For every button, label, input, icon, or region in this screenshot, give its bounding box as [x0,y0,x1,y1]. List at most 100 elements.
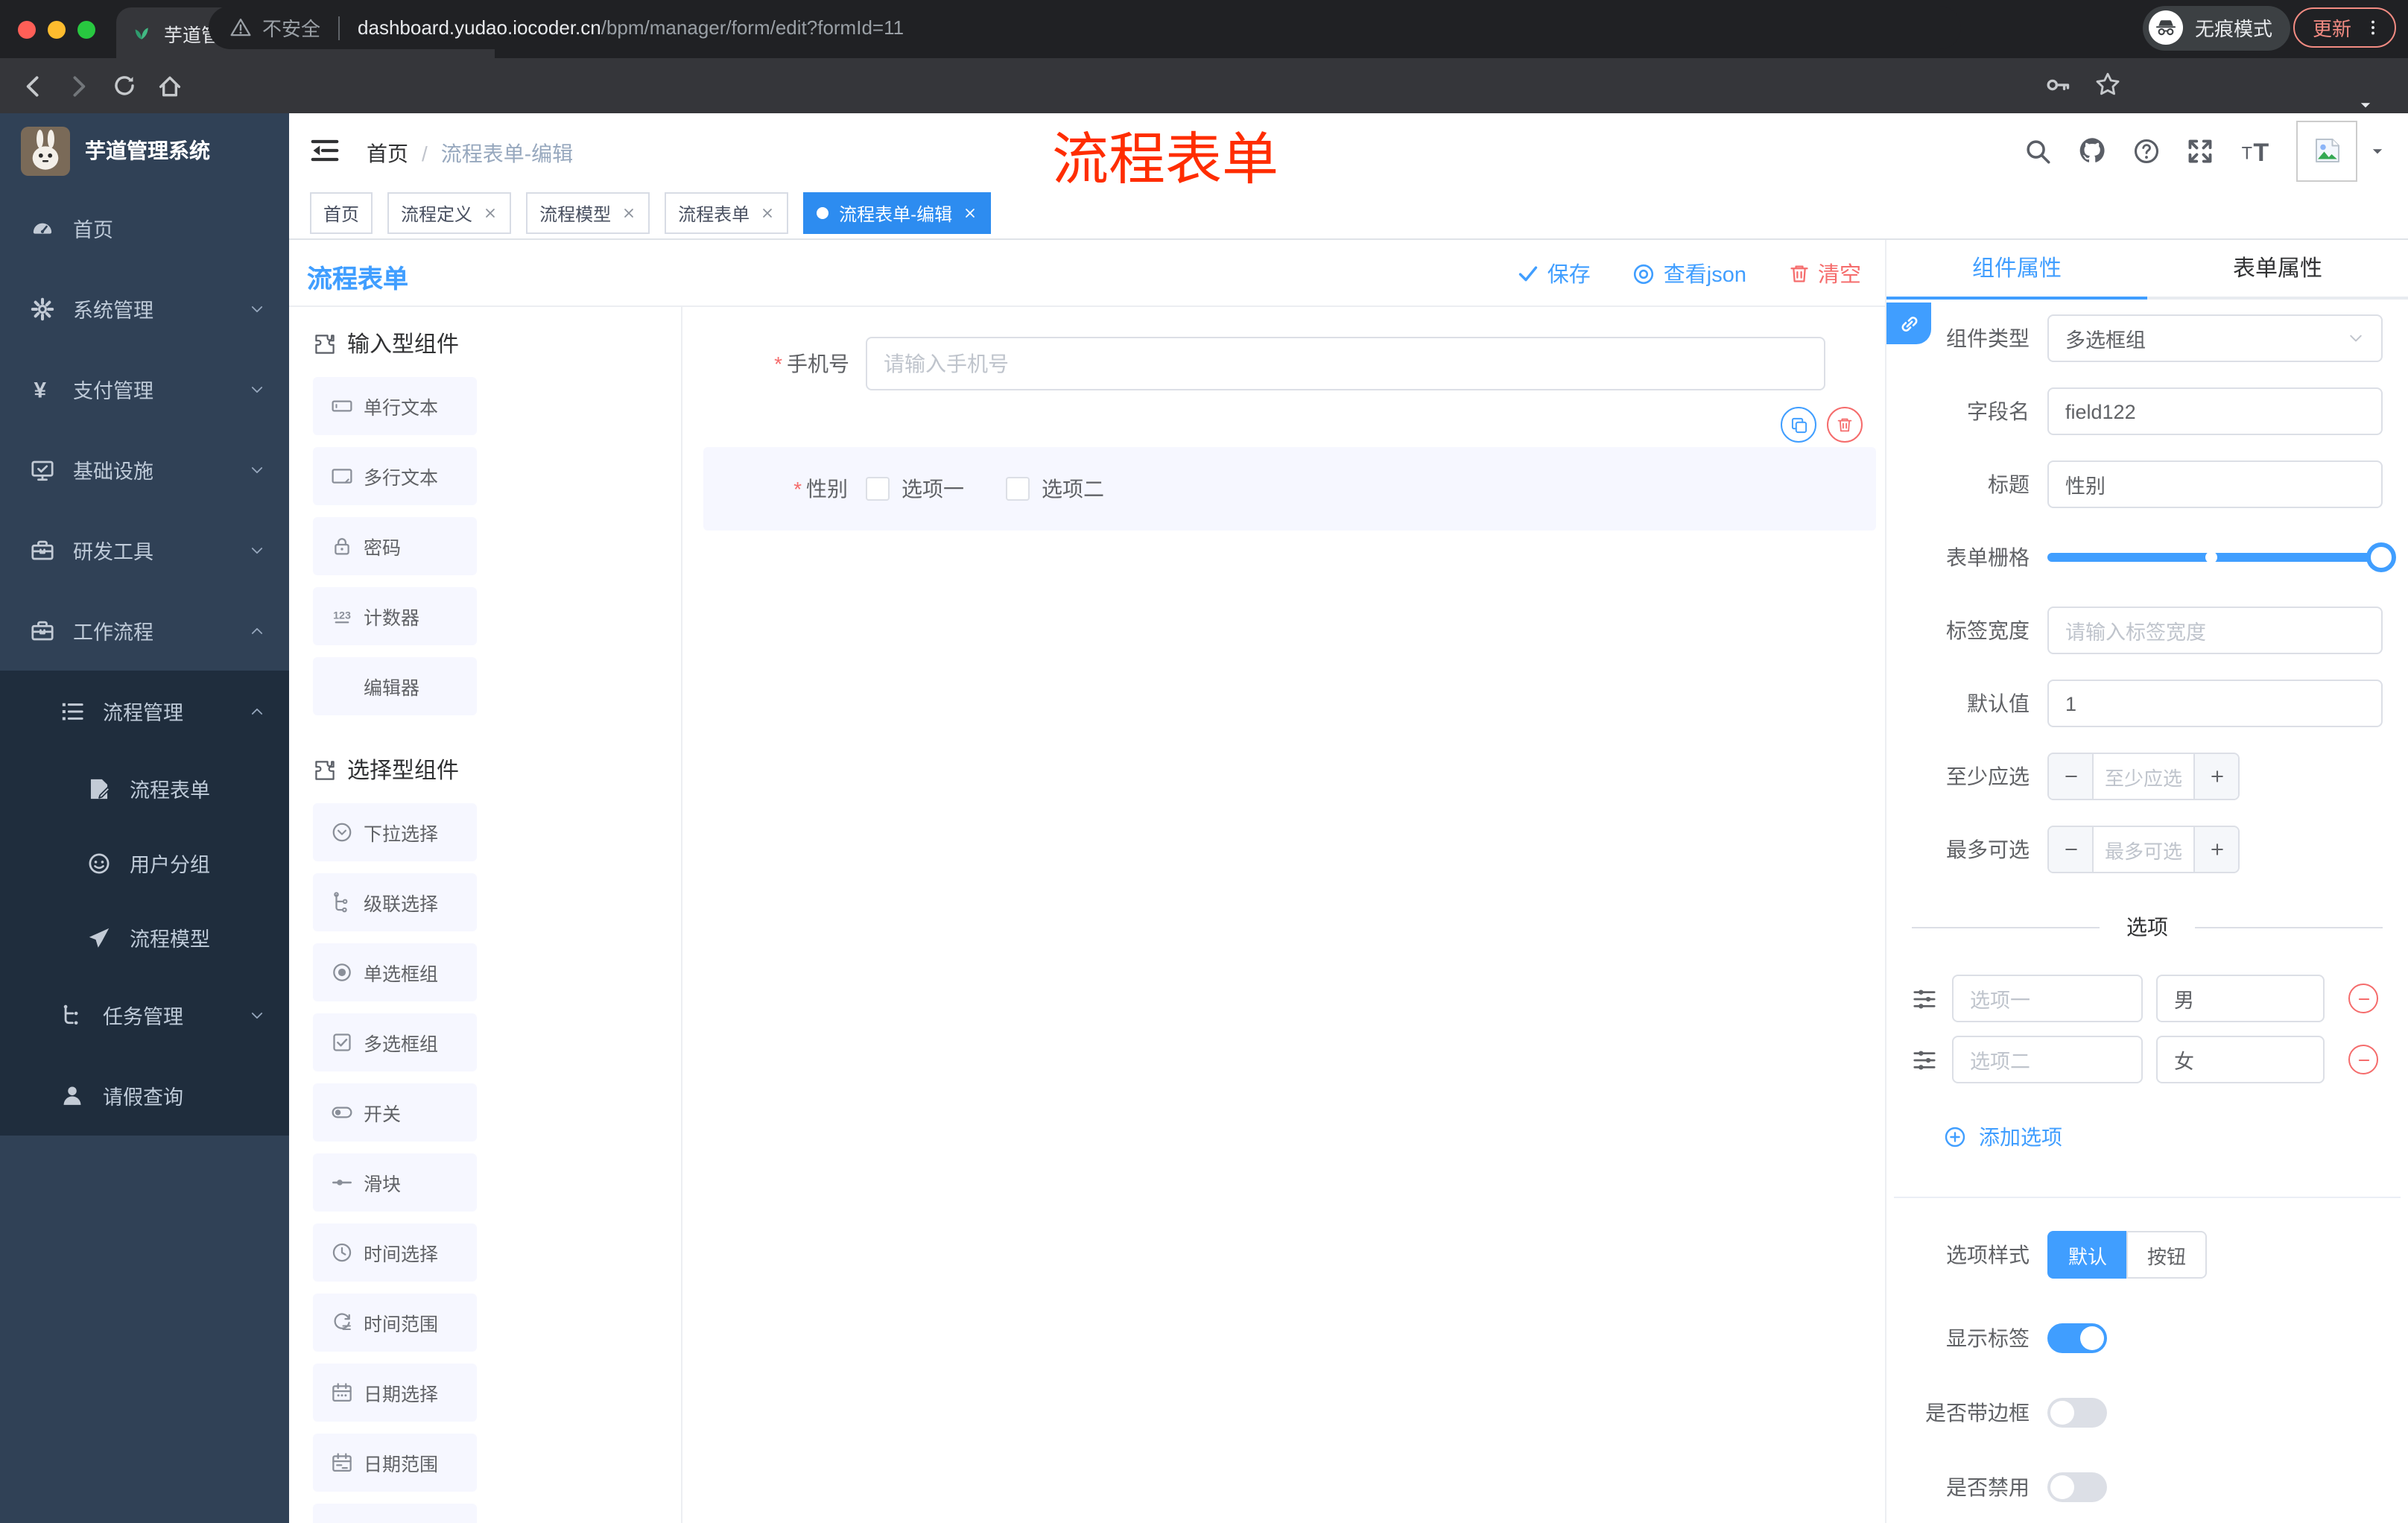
tag-close-icon[interactable] [963,206,978,221]
palette-item-级联选择[interactable]: 级联选择 [313,873,477,931]
sidebar-item-task-mgmt[interactable]: 任务管理 [0,975,289,1055]
copy-component-button[interactable] [1781,407,1816,443]
tag-close-icon[interactable] [483,206,498,221]
drag-handle-icon[interactable] [1912,1047,1937,1072]
palette-item-下拉选择[interactable]: 下拉选择 [313,803,477,861]
increase-button[interactable] [2193,754,2238,799]
palette-item-多选框组[interactable]: 多选框组 [313,1013,477,1071]
sidebar-item-payment[interactable]: ¥ 支付管理 [0,349,289,429]
checkbox-option-选项一[interactable]: 选项一 [866,474,964,504]
back-icon[interactable] [19,72,46,99]
selected-component[interactable]: * 性别 选项一 选项二 [703,407,1876,531]
decrease-button[interactable] [2049,827,2094,872]
address-bar[interactable]: 不安全 dashboard.yudao.iocoder.cn/bpm/manag… [209,6,1961,49]
remove-option-button[interactable] [2348,984,2378,1013]
sidebar-item-process-form[interactable]: 流程表单 [0,751,289,826]
sidebar-item-system[interactable]: 系统管理 [0,268,289,349]
palette-item-计数器[interactable]: 123 计数器 [313,587,477,645]
default-value-input[interactable]: 1 [2047,680,2383,727]
palette-item-单选框组[interactable]: 单选框组 [313,943,477,1001]
clear-button[interactable]: 清空 [1788,258,1861,289]
palette-item-滑块[interactable]: 滑块 [313,1153,477,1212]
title-input[interactable]: 性别 [2047,460,2383,508]
tag-close-icon[interactable] [621,206,636,221]
search-icon[interactable] [2024,136,2052,165]
palette-item-日期选择[interactable]: 日期选择 [313,1364,477,1422]
show-label-toggle[interactable] [2047,1323,2107,1353]
tag-流程定义[interactable]: 流程定义 [387,192,512,234]
hamburger-icon[interactable] [310,136,340,165]
font-size-icon[interactable]: TT [2240,135,2271,166]
palette-item-时间范围[interactable]: 时间范围 [313,1294,477,1352]
sidebar-item-process-model[interactable]: 流程模型 [0,900,289,975]
browser-menu-icon[interactable] [2363,18,2383,37]
palette-item-开关[interactable]: 开关 [313,1083,477,1142]
grid-slider[interactable] [2047,542,2396,572]
sidebar-item-workflow[interactable]: 工作流程 [0,590,289,671]
breadcrumb-home[interactable]: 首页 [367,139,408,168]
checkbox[interactable] [866,477,890,501]
component-type-select[interactable]: 多选框组 [2047,314,2383,362]
min-count-input[interactable]: 至少应选 [2094,754,2193,799]
tag-流程表单[interactable]: 流程表单 [665,192,789,234]
checkbox-option-选项二[interactable]: 选项二 [1006,474,1104,504]
sidebar-logo[interactable]: 芋道管理系统 [0,113,289,188]
home-icon[interactable] [156,72,183,99]
phone-input[interactable]: 请输入手机号 [866,337,1825,390]
password-key-icon[interactable] [2044,72,2071,98]
sidebar-item-leave-query[interactable]: 请假查询 [0,1055,289,1136]
close-window-button[interactable] [18,20,36,38]
add-option-button[interactable]: 添加选项 [1943,1122,2408,1152]
tag-首页[interactable]: 首页 [310,192,373,234]
link-drawer-tab[interactable] [1886,303,1931,344]
style-option-按钮[interactable]: 按钮 [2126,1231,2208,1279]
maximize-window-button[interactable] [77,20,95,38]
slider-handle[interactable] [2366,542,2396,572]
help-icon[interactable] [2132,136,2161,165]
remove-option-button[interactable] [2348,1045,2378,1074]
checkbox[interactable] [1006,477,1030,501]
palette-item-多行文本[interactable]: 多行文本 [313,447,477,505]
save-button[interactable]: 保存 [1518,258,1591,289]
sidebar-item-devtools[interactable]: 研发工具 [0,510,289,590]
style-option-默认[interactable]: 默认 [2047,1231,2127,1279]
palette-item-密码[interactable]: 密码 [313,517,477,575]
view-json-button[interactable]: 查看json [1632,258,1746,289]
tag-流程表单-编辑[interactable]: 流程表单-编辑 [803,192,992,234]
palette-item-时间选择[interactable]: 时间选择 [313,1223,477,1282]
palette-item-单行文本[interactable]: 单行文本 [313,377,477,435]
tag-流程模型[interactable]: 流程模型 [526,192,650,234]
option-value-input[interactable]: 男 [2156,975,2325,1022]
minimize-window-button[interactable] [48,20,66,38]
fullscreen-icon[interactable] [2186,136,2214,165]
decrease-button[interactable] [2049,754,2094,799]
increase-button[interactable] [2193,827,2238,872]
palette-item-评分[interactable]: 评分 [313,1504,477,1523]
label-width-input[interactable]: 请输入标签宽度 [2047,607,2383,654]
browser-update-button[interactable]: 更新 [2293,7,2397,48]
user-menu-caret-icon[interactable] [2371,144,2384,157]
tag-close-icon[interactable] [760,206,775,221]
border-toggle[interactable] [2047,1398,2107,1428]
avatar[interactable] [2296,120,2357,181]
forward-icon[interactable] [66,72,92,99]
option-name-input[interactable]: 选项一 [1952,975,2143,1022]
sidebar-item-process-mgmt[interactable]: 流程管理 [0,671,289,751]
github-icon[interactable] [2077,136,2107,165]
sidebar-item-user-group[interactable]: 用户分组 [0,826,289,900]
tab-表单属性[interactable]: 表单属性 [2147,240,2408,300]
caret-down-icon[interactable] [2359,98,2372,112]
sidebar-item-home[interactable]: 首页 [0,188,289,268]
option-value-input[interactable]: 女 [2156,1036,2325,1083]
bookmark-star-icon[interactable] [2094,70,2122,98]
palette-item-日期范围[interactable]: 日期范围 [313,1434,477,1492]
field-name-input[interactable]: field122 [2047,387,2383,435]
tab-组件属性[interactable]: 组件属性 [1886,240,2147,300]
option-name-input[interactable]: 选项二 [1952,1036,2143,1083]
delete-component-button[interactable] [1827,407,1863,443]
drag-handle-icon[interactable] [1912,986,1937,1011]
reload-icon[interactable] [112,73,137,98]
sidebar-item-infra[interactable]: 基础设施 [0,429,289,510]
palette-item-编辑器[interactable]: 编辑器 [313,657,477,715]
max-count-input[interactable]: 最多可选 [2094,827,2193,872]
